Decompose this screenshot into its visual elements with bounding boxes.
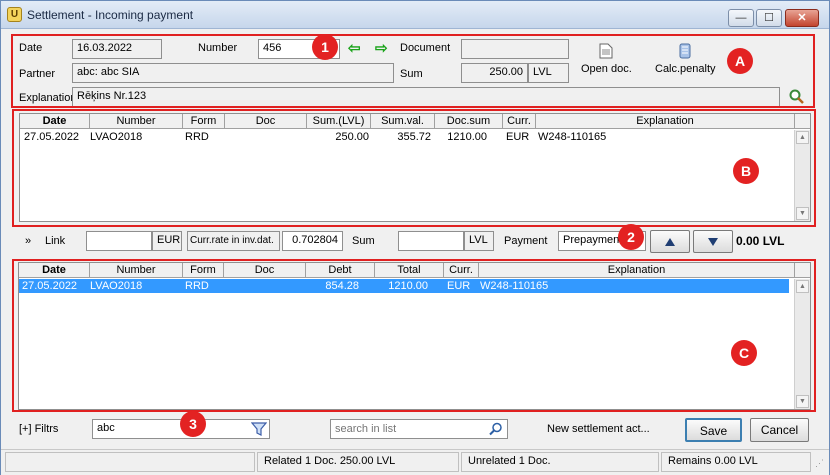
minimize-icon: — [735, 12, 747, 24]
annotation-badge-c: C [731, 340, 757, 366]
rate-label: Curr.rate in inv.dat. [187, 231, 280, 251]
maximize-button[interactable]: ☐ [756, 9, 782, 27]
link-currency: EUR [152, 231, 182, 251]
link-label: Link [45, 235, 66, 247]
resize-grip-icon[interactable]: ⋰ [815, 458, 824, 469]
annotation-box-c [12, 259, 816, 412]
status-bar: Related 1 Doc. 250.00 LVL Unrelated 1 Do… [1, 449, 829, 475]
filter-icon[interactable] [251, 422, 267, 436]
status-empty [5, 452, 255, 472]
annotation-badge-1: 1 [312, 34, 338, 60]
annotation-badge-3: 3 [180, 411, 206, 437]
rate-input[interactable]: 0.702804 [282, 231, 343, 251]
annotation-badge-2: 2 [618, 224, 644, 250]
annotation-badge-a: A [727, 48, 753, 74]
status-related: Related 1 Doc. 250.00 LVL [257, 452, 459, 472]
total-amount: 0.00 LVL [736, 234, 785, 248]
search-icon[interactable] [489, 422, 503, 436]
arrow-up-icon [665, 238, 675, 246]
close-button[interactable]: ✕ [785, 9, 819, 27]
settlement-window: U Settlement - Incoming payment — ☐ ✕ Da… [0, 0, 830, 475]
save-button[interactable]: Save [685, 418, 742, 442]
annotation-box-a [11, 34, 815, 108]
link-amount-input[interactable] [86, 231, 152, 251]
new-settlement-link[interactable]: New settlement act... [547, 423, 650, 435]
app-icon: U [7, 7, 22, 22]
move-down-button[interactable] [693, 230, 733, 253]
window-title: Settlement - Incoming payment [27, 8, 194, 22]
status-unrelated: Unrelated 1 Doc. [461, 452, 659, 472]
search-list-input[interactable] [330, 419, 508, 439]
filters-toggle[interactable]: [+] Filtrs [19, 423, 58, 435]
minimize-button[interactable]: — [728, 9, 754, 27]
annotation-badge-b: B [733, 158, 759, 184]
close-icon: ✕ [797, 12, 807, 24]
link-sum-input[interactable] [398, 231, 464, 251]
expand-chevron-icon[interactable]: » [25, 235, 31, 247]
status-remains: Remains 0.00 LVL [661, 452, 811, 472]
maximize-icon: ☐ [764, 12, 774, 24]
cancel-button[interactable]: Cancel [750, 418, 809, 442]
move-up-button[interactable] [650, 230, 690, 253]
arrow-down-icon [708, 238, 718, 246]
link-sum-currency: LVL [464, 231, 494, 251]
payment-label: Payment [504, 235, 548, 247]
link-sum-label: Sum [352, 235, 375, 247]
title-bar: U Settlement - Incoming payment — ☐ ✕ [1, 1, 829, 29]
annotation-box-b [12, 109, 816, 227]
